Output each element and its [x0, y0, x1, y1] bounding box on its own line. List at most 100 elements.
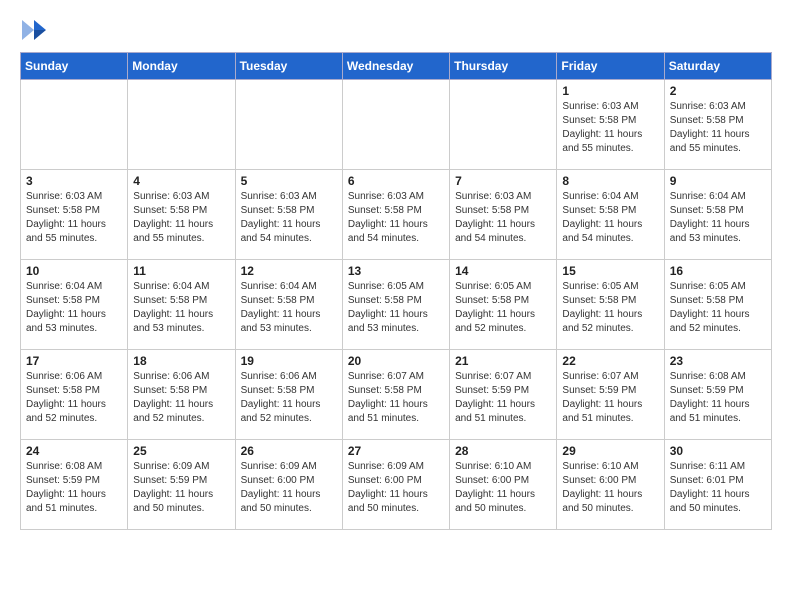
calendar-cell: 4 Sunrise: 6:03 AMSunset: 5:58 PMDaylight… [128, 170, 235, 260]
day-info: Sunrise: 6:07 AMSunset: 5:58 PMDaylight:… [348, 370, 445, 426]
calendar-cell: 21Sunrise: 6:07 AMSunset: 5:59 PMDayligh… [450, 350, 557, 440]
calendar-cell: 14Sunrise: 6:05 AMSunset: 5:58 PMDayligh… [450, 260, 557, 350]
day-number: 16 [670, 264, 767, 278]
calendar-cell [342, 80, 449, 170]
calendar-cell: 22 Sunrise: 6:07 AMSunset: 5:59 PMDayligh… [557, 350, 664, 440]
calendar-cell: 28Sunrise: 6:10 AMSunset: 6:00 PMDayligh… [450, 440, 557, 530]
calendar-cell: 9 Sunrise: 6:04 AMSunset: 5:58 PMDaylight… [664, 170, 771, 260]
day-info: Sunrise: 6:10 AMSunset: 6:00 PMDaylight:… [562, 460, 659, 516]
day-number: 26 [241, 444, 338, 458]
day-number: 5 [241, 174, 338, 188]
day-info: Sunrise: 6:03 AMSunset: 5:58 PMDaylight:… [348, 190, 445, 246]
day-info: Sunrise: 6:07 AMSunset: 5:59 PMDaylight:… [562, 370, 659, 426]
calendar-cell: 26 Sunrise: 6:09 AMSunset: 6:00 PMDayligh… [235, 440, 342, 530]
calendar-cell [128, 80, 235, 170]
weekday-header-tuesday: Tuesday [235, 53, 342, 80]
day-info: Sunrise: 6:09 AMSunset: 5:59 PMDaylight:… [133, 460, 230, 516]
day-number: 20 [348, 354, 445, 368]
day-number: 30 [670, 444, 767, 458]
day-number: 14 [455, 264, 552, 278]
day-info: Sunrise: 6:11 AMSunset: 6:01 PMDaylight:… [670, 460, 767, 516]
weekday-row: SundayMondayTuesdayWednesdayThursdayFrid… [21, 53, 772, 80]
calendar-cell: 10 Sunrise: 6:04 AMSunset: 5:58 PMDayligh… [21, 260, 128, 350]
calendar-cell [450, 80, 557, 170]
day-number: 24 [26, 444, 123, 458]
day-number: 3 [26, 174, 123, 188]
day-info: Sunrise: 6:03 AMSunset: 5:58 PMDaylight:… [455, 190, 552, 246]
day-number: 29 [562, 444, 659, 458]
weekday-header-friday: Friday [557, 53, 664, 80]
day-number: 18 [133, 354, 230, 368]
day-number: 17 [26, 354, 123, 368]
day-info: Sunrise: 6:03 AMSunset: 5:58 PMDaylight:… [26, 190, 123, 246]
calendar-week-2: 3 Sunrise: 6:03 AMSunset: 5:58 PMDaylight… [21, 170, 772, 260]
day-info: Sunrise: 6:08 AMSunset: 5:59 PMDaylight:… [26, 460, 123, 516]
day-number: 10 [26, 264, 123, 278]
day-info: Sunrise: 6:09 AMSunset: 6:00 PMDaylight:… [348, 460, 445, 516]
day-number: 22 [562, 354, 659, 368]
calendar-cell: 12 Sunrise: 6:04 AMSunset: 5:58 PMDayligh… [235, 260, 342, 350]
day-number: 4 [133, 174, 230, 188]
day-number: 19 [241, 354, 338, 368]
calendar-cell: 3 Sunrise: 6:03 AMSunset: 5:58 PMDaylight… [21, 170, 128, 260]
calendar-header: SundayMondayTuesdayWednesdayThursdayFrid… [21, 53, 772, 80]
calendar-cell: 24 Sunrise: 6:08 AMSunset: 5:59 PMDayligh… [21, 440, 128, 530]
calendar-cell: 27 Sunrise: 6:09 AMSunset: 6:00 PMDayligh… [342, 440, 449, 530]
weekday-header-sunday: Sunday [21, 53, 128, 80]
day-info: Sunrise: 6:05 AMSunset: 5:58 PMDaylight:… [562, 280, 659, 336]
logo-icon [20, 16, 48, 44]
day-number: 9 [670, 174, 767, 188]
weekday-header-saturday: Saturday [664, 53, 771, 80]
weekday-header-thursday: Thursday [450, 53, 557, 80]
day-info: Sunrise: 6:08 AMSunset: 5:59 PMDaylight:… [670, 370, 767, 426]
day-number: 2 [670, 84, 767, 98]
day-info: Sunrise: 6:06 AMSunset: 5:58 PMDaylight:… [26, 370, 123, 426]
calendar-cell: 5 Sunrise: 6:03 AMSunset: 5:58 PMDaylight… [235, 170, 342, 260]
calendar-cell: 29 Sunrise: 6:10 AMSunset: 6:00 PMDayligh… [557, 440, 664, 530]
page-header [20, 16, 772, 44]
day-info: Sunrise: 6:03 AMSunset: 5:58 PMDaylight:… [241, 190, 338, 246]
day-number: 25 [133, 444, 230, 458]
calendar-body: 1 Sunrise: 6:03 AMSunset: 5:58 PMDaylight… [21, 80, 772, 530]
day-number: 11 [133, 264, 230, 278]
calendar-cell: 11 Sunrise: 6:04 AMSunset: 5:58 PMDayligh… [128, 260, 235, 350]
day-number: 21 [455, 354, 552, 368]
calendar-week-1: 1 Sunrise: 6:03 AMSunset: 5:58 PMDaylight… [21, 80, 772, 170]
day-number: 8 [562, 174, 659, 188]
calendar-table: SundayMondayTuesdayWednesdayThursdayFrid… [20, 52, 772, 530]
day-info: Sunrise: 6:03 AMSunset: 5:58 PMDaylight:… [562, 100, 659, 156]
calendar-cell: 15 Sunrise: 6:05 AMSunset: 5:58 PMDayligh… [557, 260, 664, 350]
day-number: 27 [348, 444, 445, 458]
calendar-cell: 30 Sunrise: 6:11 AMSunset: 6:01 PMDayligh… [664, 440, 771, 530]
day-number: 13 [348, 264, 445, 278]
day-info: Sunrise: 6:09 AMSunset: 6:00 PMDaylight:… [241, 460, 338, 516]
calendar-week-3: 10 Sunrise: 6:04 AMSunset: 5:58 PMDayligh… [21, 260, 772, 350]
day-info: Sunrise: 6:04 AMSunset: 5:58 PMDaylight:… [670, 190, 767, 246]
day-info: Sunrise: 6:04 AMSunset: 5:58 PMDaylight:… [241, 280, 338, 336]
day-info: Sunrise: 6:04 AMSunset: 5:58 PMDaylight:… [133, 280, 230, 336]
day-info: Sunrise: 6:05 AMSunset: 5:58 PMDaylight:… [670, 280, 767, 336]
calendar-cell: 13Sunrise: 6:05 AMSunset: 5:58 PMDayligh… [342, 260, 449, 350]
day-info: Sunrise: 6:04 AMSunset: 5:58 PMDaylight:… [562, 190, 659, 246]
day-info: Sunrise: 6:06 AMSunset: 5:58 PMDaylight:… [241, 370, 338, 426]
day-info: Sunrise: 6:04 AMSunset: 5:58 PMDaylight:… [26, 280, 123, 336]
calendar-cell: 17 Sunrise: 6:06 AMSunset: 5:58 PMDayligh… [21, 350, 128, 440]
day-number: 6 [348, 174, 445, 188]
calendar-cell [21, 80, 128, 170]
day-info: Sunrise: 6:03 AMSunset: 5:58 PMDaylight:… [670, 100, 767, 156]
day-number: 12 [241, 264, 338, 278]
calendar-cell [235, 80, 342, 170]
calendar-cell: 25 Sunrise: 6:09 AMSunset: 5:59 PMDayligh… [128, 440, 235, 530]
day-number: 15 [562, 264, 659, 278]
day-info: Sunrise: 6:03 AMSunset: 5:58 PMDaylight:… [133, 190, 230, 246]
calendar-cell: 23 Sunrise: 6:08 AMSunset: 5:59 PMDayligh… [664, 350, 771, 440]
day-number: 7 [455, 174, 552, 188]
calendar-week-5: 24 Sunrise: 6:08 AMSunset: 5:59 PMDayligh… [21, 440, 772, 530]
calendar-cell: 6 Sunrise: 6:03 AMSunset: 5:58 PMDaylight… [342, 170, 449, 260]
day-number: 1 [562, 84, 659, 98]
calendar-week-4: 17 Sunrise: 6:06 AMSunset: 5:58 PMDayligh… [21, 350, 772, 440]
logo [20, 16, 52, 44]
calendar-cell: 19 Sunrise: 6:06 AMSunset: 5:58 PMDayligh… [235, 350, 342, 440]
weekday-header-wednesday: Wednesday [342, 53, 449, 80]
day-number: 23 [670, 354, 767, 368]
